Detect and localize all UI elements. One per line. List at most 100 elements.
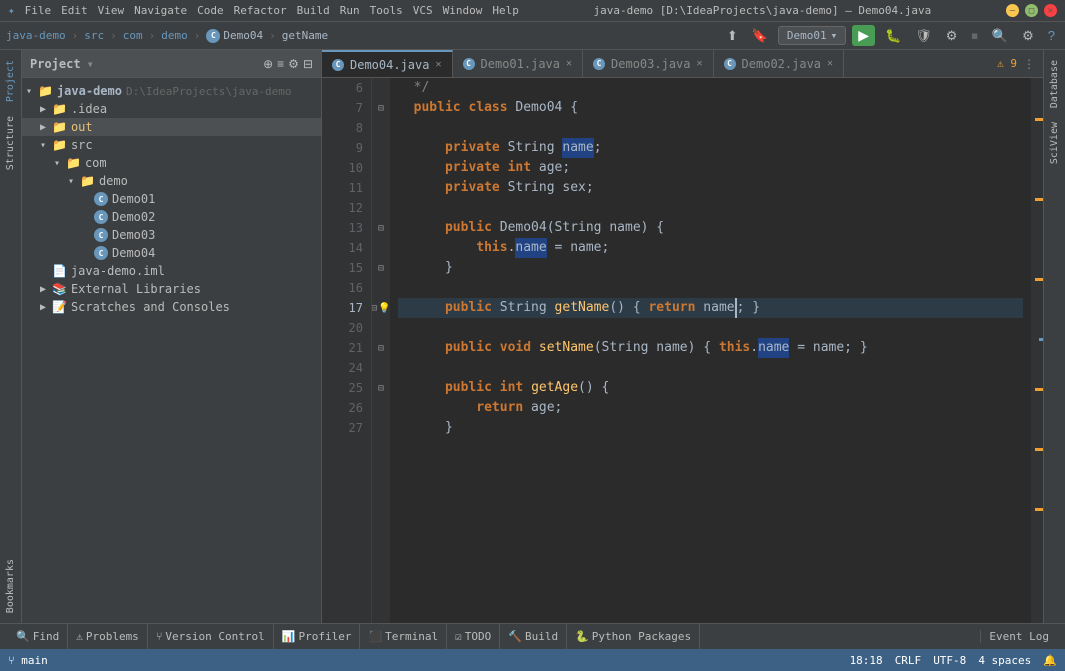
python-packages-button[interactable]: 🐍 Python Packages — [567, 624, 700, 649]
settings-button[interactable]: ⚙ — [1018, 26, 1038, 46]
search-everywhere-button[interactable]: 🔍 — [988, 26, 1012, 46]
menu-help[interactable]: Help — [492, 4, 519, 17]
menu-edit[interactable]: Edit — [61, 4, 88, 17]
collapse-25[interactable]: ⊟ — [378, 383, 384, 394]
tree-scratches[interactable]: ▶ 📝 Scratches and Consoles — [22, 298, 321, 316]
line-ending[interactable]: CRLF — [895, 654, 922, 667]
menu-navigate[interactable]: Navigate — [134, 4, 187, 17]
git-branch[interactable]: ⑂ main — [8, 654, 48, 667]
coverage-button[interactable]: 🛡 — [911, 26, 936, 46]
sidebar-project-icon[interactable]: Project — [3, 54, 18, 108]
src-label: src — [71, 138, 93, 152]
collapse-15[interactable]: ⊟ — [378, 263, 384, 274]
nav-com[interactable]: com — [123, 29, 143, 42]
tree-demo01[interactable]: ▶ C Demo01 — [22, 190, 321, 208]
nav-class[interactable]: C Demo04 — [206, 29, 263, 43]
code-content[interactable]: */ public class Demo04 { private String … — [390, 78, 1031, 623]
vcs-integrate-button[interactable]: ⬆ — [723, 26, 742, 46]
tab-demo01[interactable]: C Demo01.java ✕ — [453, 50, 584, 77]
menu-view[interactable]: View — [98, 4, 125, 17]
tree-demo03[interactable]: ▶ C Demo03 — [22, 226, 321, 244]
help-button[interactable]: ? — [1044, 26, 1059, 45]
event-log-button[interactable]: Event Log — [980, 630, 1057, 643]
collapse-21[interactable]: ⊟ — [378, 343, 384, 354]
bookmark-button[interactable]: 🔖 — [748, 26, 772, 46]
version-control-button[interactable]: ⑂ Version Control — [148, 624, 274, 649]
more-run-button[interactable]: ⚙ — [942, 26, 962, 46]
tree-ext-libs[interactable]: ▶ 📚 External Libraries — [22, 280, 321, 298]
profiler-button[interactable]: 📊 Profiler — [274, 624, 361, 649]
menu-tools[interactable]: Tools — [370, 4, 403, 17]
tab-demo04[interactable]: C Demo04.java ✕ — [322, 50, 453, 77]
terminal-button[interactable]: ⬛ Terminal — [360, 624, 447, 649]
scroll-mark-3 — [1035, 278, 1043, 281]
nav-class-name[interactable]: Demo04 — [223, 29, 263, 42]
file-tree: ▾ 📁 java-demo D:\IdeaProjects\java-demo … — [22, 78, 321, 623]
menu-file[interactable]: File — [25, 4, 52, 17]
tree-demo02[interactable]: ▶ C Demo02 — [22, 208, 321, 226]
nav-project[interactable]: java-demo — [6, 29, 66, 42]
tab-demo03[interactable]: C Demo03.java ✕ — [583, 50, 714, 77]
tab-demo02[interactable]: C Demo02.java ✕ — [714, 50, 845, 77]
tree-demo[interactable]: ▾ 📁 demo — [22, 172, 321, 190]
nav-sep5: › — [269, 29, 276, 42]
panel-icon-gear[interactable]: ⚙ — [288, 57, 299, 71]
tree-com[interactable]: ▾ 📁 com — [22, 154, 321, 172]
run-button[interactable]: ▶ — [852, 25, 875, 46]
cursor-position[interactable]: 18:18 — [850, 654, 883, 667]
tree-iml[interactable]: ▶ 📄 java-demo.iml — [22, 262, 321, 280]
menu-window[interactable]: Window — [443, 4, 483, 17]
debug-button[interactable]: 🐛 — [881, 26, 905, 46]
notifications-icon[interactable]: 🔔 — [1043, 654, 1057, 667]
sidebar-database-icon[interactable]: Database — [1047, 54, 1062, 114]
close-button[interactable]: ✕ — [1044, 4, 1057, 17]
todo-button[interactable]: ☑ TODO — [447, 624, 500, 649]
menu-build[interactable]: Build — [297, 4, 330, 17]
menu-run[interactable]: Run — [340, 4, 360, 17]
nav-demo[interactable]: demo — [161, 29, 188, 42]
scroll-mark-6 — [1035, 448, 1043, 451]
tab-demo04-close[interactable]: ✕ — [435, 59, 441, 70]
sidebar-bookmarks-icon[interactable]: Bookmarks — [3, 553, 18, 619]
panel-dropdown-arrow[interactable]: ▾ — [87, 57, 94, 71]
tab-demo02-close[interactable]: ✕ — [827, 58, 833, 69]
nav-method[interactable]: getName — [282, 29, 328, 42]
encoding[interactable]: UTF-8 — [933, 654, 966, 667]
bottom-right-area: Event Log — [980, 630, 1057, 643]
bulb-17[interactable]: 💡 — [378, 303, 390, 314]
collapse-7[interactable]: ⊟ — [378, 103, 384, 114]
tabs-right-area: ⚠ 9 ⋮ — [989, 50, 1043, 77]
menu-code[interactable]: Code — [197, 4, 224, 17]
scroll-map[interactable] — [1031, 78, 1043, 623]
tree-src[interactable]: ▾ 📁 src — [22, 136, 321, 154]
run-config-selector[interactable]: Demo01 ▾ — [778, 26, 846, 45]
tree-out[interactable]: ▶ 📁 out — [22, 118, 321, 136]
maximize-button[interactable]: □ — [1025, 4, 1038, 17]
menu-refactor[interactable]: Refactor — [234, 4, 287, 17]
panel-icon-scroll[interactable]: ⊕ — [263, 57, 273, 71]
collapse-13[interactable]: ⊟ — [378, 223, 384, 234]
panel-icon-hide[interactable]: ⊟ — [303, 57, 313, 71]
tab-demo01-close[interactable]: ✕ — [566, 58, 572, 69]
iml-icon: 📄 — [52, 264, 67, 278]
find-button[interactable]: 🔍 Find — [8, 624, 68, 649]
tab-settings-icon[interactable]: ⋮ — [1023, 57, 1035, 71]
nav-src[interactable]: src — [84, 29, 104, 42]
tree-root[interactable]: ▾ 📁 java-demo D:\IdeaProjects\java-demo — [22, 82, 321, 100]
warning-badge[interactable]: ⚠ 9 — [997, 57, 1017, 70]
collapse-17[interactable]: ⊟ — [372, 303, 377, 314]
sidebar-sciview-icon[interactable]: SciView — [1047, 116, 1062, 170]
panel-icon-collapse[interactable]: ≡ — [277, 57, 284, 71]
menu-vcs[interactable]: VCS — [413, 4, 433, 17]
indent-info[interactable]: 4 spaces — [978, 654, 1031, 667]
vc-icon: ⑂ — [156, 630, 163, 643]
tree-demo04[interactable]: ▶ C Demo04 — [22, 244, 321, 262]
stop-button[interactable]: ⏹ — [967, 26, 982, 46]
problems-button[interactable]: ⚠ Problems — [68, 624, 148, 649]
run-config-arrow: ▾ — [831, 29, 838, 42]
tab-demo03-close[interactable]: ✕ — [697, 58, 703, 69]
build-button[interactable]: 🔨 Build — [500, 624, 567, 649]
sidebar-structure-icon[interactable]: Structure — [3, 110, 18, 176]
tree-idea[interactable]: ▶ 📁 .idea — [22, 100, 321, 118]
minimize-button[interactable]: – — [1006, 4, 1019, 17]
